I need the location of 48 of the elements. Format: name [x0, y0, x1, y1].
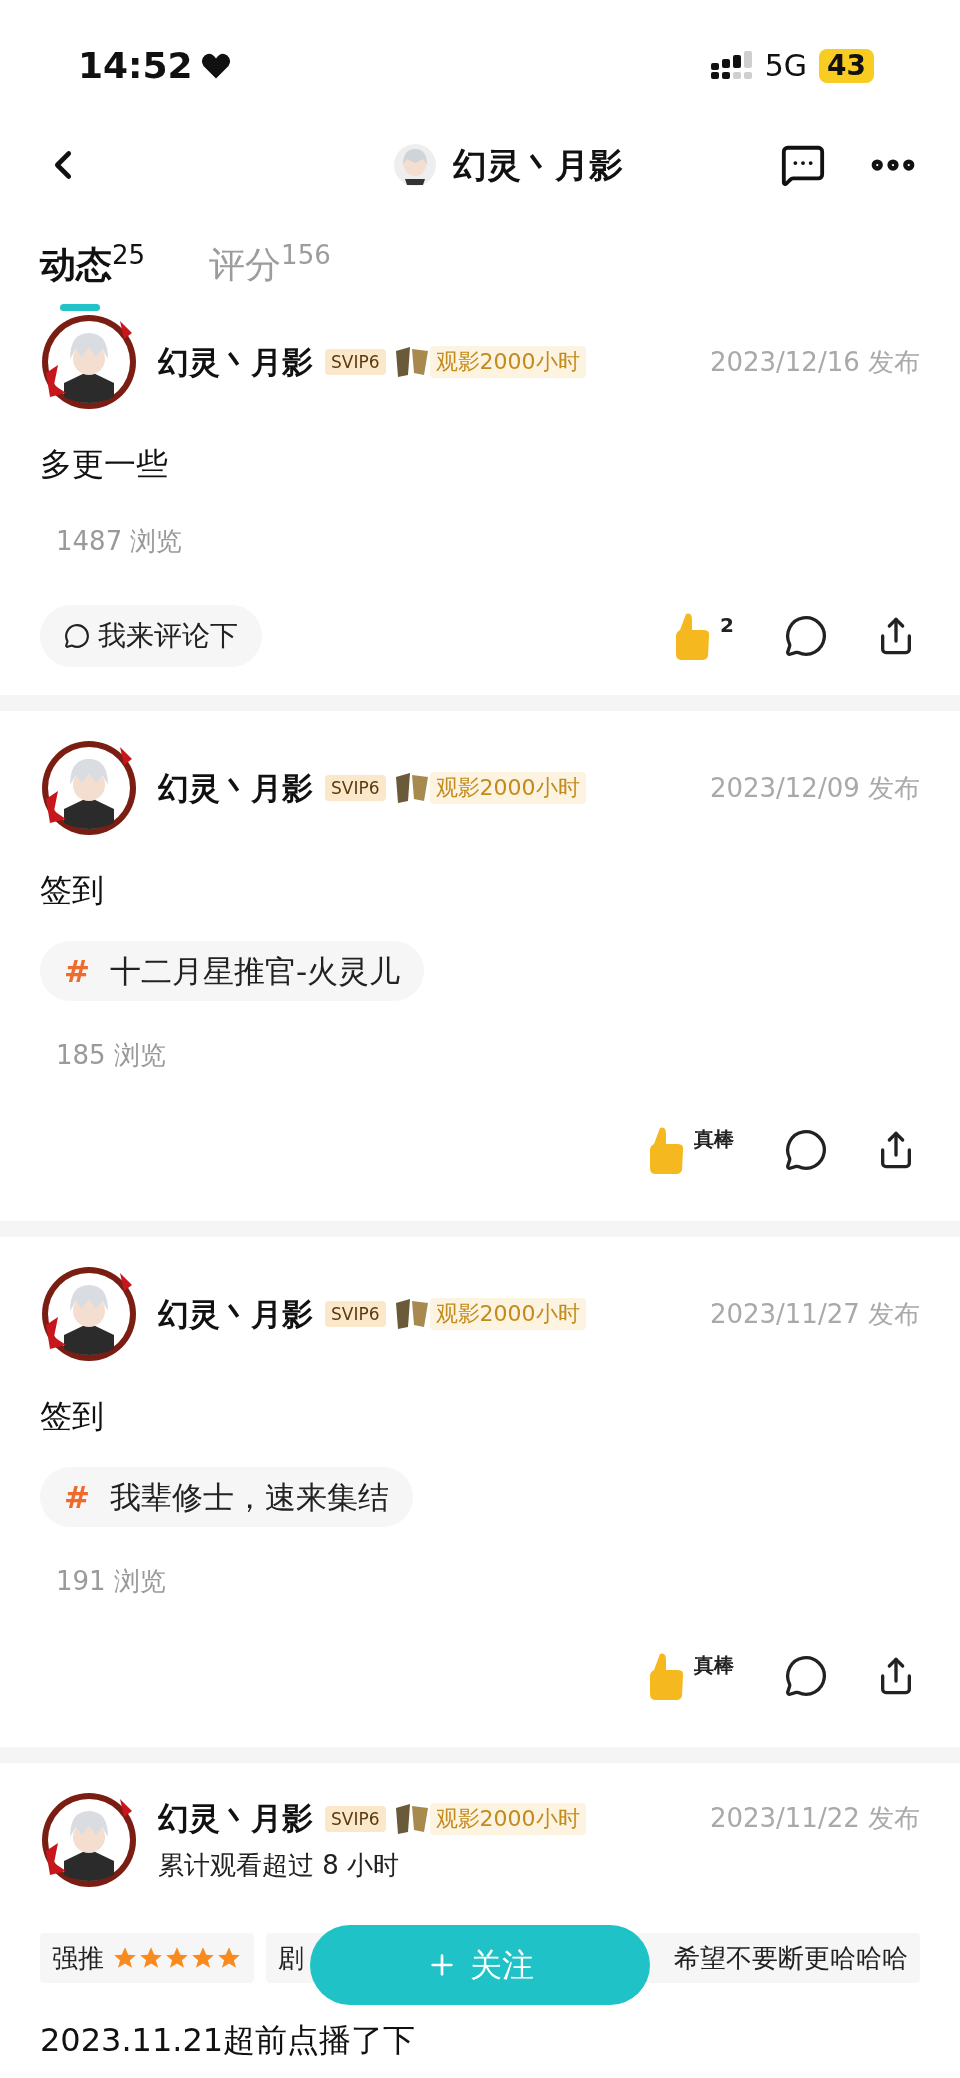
post-date: 2023/12/09 发布: [709, 771, 920, 805]
watch-hours-badge: 观影2000小时: [429, 772, 586, 804]
comment-icon: [64, 623, 90, 649]
watch-hours-badge: 观影2000小时: [429, 1298, 586, 1330]
author-name[interactable]: 幻灵丶月影: [158, 1795, 313, 1842]
battery-indicator: 43: [819, 48, 874, 83]
post-text: 签到: [40, 870, 105, 911]
post-date: 2023/11/22 发布: [709, 1802, 920, 1835]
signal-icon: [710, 50, 753, 81]
post-text: 签到: [40, 1396, 105, 1437]
heart-icon: [200, 51, 231, 80]
avatar: [393, 143, 437, 187]
hash-mark: #: [64, 1477, 90, 1517]
comment-icon[interactable]: [784, 1128, 828, 1172]
vip-badge: SVIP6: [325, 1805, 386, 1832]
comment-icon[interactable]: [784, 1654, 828, 1698]
vip-badge: SVIP6: [325, 1301, 386, 1327]
like-count: 真棒: [694, 1652, 734, 1679]
watch-hours-badge: 观影2000小时: [429, 1802, 586, 1835]
topic-tag[interactable]: # 我辈修士，速来集结: [40, 1467, 413, 1527]
topic-label: 十二月星推官-火灵儿: [110, 951, 401, 991]
comment-prompt-button[interactable]: 我来评论下: [40, 605, 262, 667]
topic-tag[interactable]: # 十二月星推官-火灵儿: [40, 941, 425, 1001]
post-text: 多更一些: [40, 444, 169, 485]
watch-summary: 累计观看超过 8 小时: [158, 1848, 401, 1882]
rating-label: 强推: [52, 1941, 104, 1975]
post-date: 2023/12/16 发布: [709, 345, 920, 379]
profile-title: 幻灵丶月影: [453, 143, 623, 187]
comment-icon[interactable]: [784, 614, 828, 658]
view-count: 191 浏览: [56, 1565, 167, 1598]
view-count: 1487 浏览: [56, 525, 184, 558]
like-count: 真棒: [694, 1126, 734, 1153]
author-name[interactable]: 幻灵丶月影: [158, 338, 313, 386]
like-count: 2: [720, 612, 734, 639]
vip-badge: SVIP6: [325, 349, 386, 375]
review-text: 剧: [278, 1941, 304, 1975]
vip-badge: SVIP6: [325, 775, 386, 801]
network-label: 5G: [764, 47, 808, 85]
post-text: 2023.11.21超前点播了下: [40, 2020, 417, 2061]
watch-hours-badge: 观影2000小时: [429, 346, 586, 378]
hash-mark: #: [64, 951, 90, 991]
review-text: 希望不要断更哈哈哈: [674, 1941, 908, 1975]
view-count: 185 浏览: [56, 1039, 167, 1072]
author-name[interactable]: 幻灵丶月影: [158, 1290, 313, 1338]
topic-label: 我辈修士，速来集结: [110, 1477, 389, 1517]
clock: 14:52: [78, 43, 193, 88]
post-date: 2023/11/27 发布: [709, 1297, 920, 1331]
author-name[interactable]: 幻灵丶月影: [158, 764, 313, 812]
